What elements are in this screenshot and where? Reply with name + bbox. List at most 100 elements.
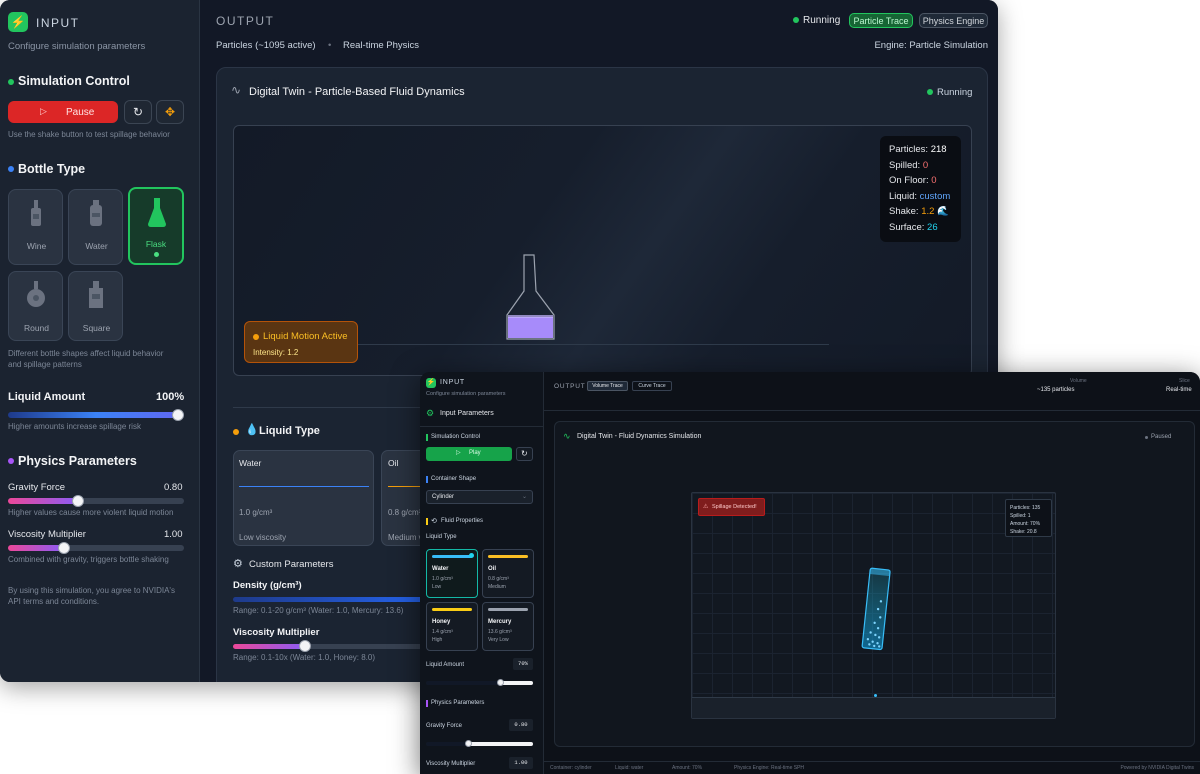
- play-label-b: Play: [469, 450, 481, 456]
- liquid-amount-b: Liquid Amount: [426, 662, 465, 668]
- density-slider[interactable]: [233, 597, 423, 602]
- density-label: Density (g/cm³): [233, 580, 302, 591]
- viscosity-slider[interactable]: [8, 545, 184, 551]
- swatch-honey-b: [432, 608, 472, 611]
- visc-label: Viscosity Multiplier: [233, 627, 320, 638]
- spillage-text-b: Spillage Detected!: [712, 504, 757, 510]
- liquid-card-oil-b[interactable]: Oil 0.8 g/cm³ Medium: [482, 549, 534, 598]
- reset-button[interactable]: ↻: [124, 100, 152, 124]
- section-dot-blue: [8, 166, 14, 172]
- liquid-card-honey-b[interactable]: Honey 1.4 g/cm³ High: [426, 602, 478, 651]
- digital-twin-panel-b: ∿ Digital Twin - Fluid Dynamics Simulati…: [554, 421, 1195, 747]
- stat-surface: Surface: 26: [889, 220, 961, 236]
- cylinder-container-b: [861, 567, 891, 651]
- gravity-label-b: Gravity Force: [426, 723, 463, 729]
- water-bottle-icon: [90, 200, 102, 226]
- bottle-label-round: Round: [23, 323, 50, 333]
- shake-button[interactable]: ✥: [156, 100, 184, 124]
- liquid-amount-slider-b[interactable]: [426, 681, 533, 685]
- footer-container-b: Container: cylinder: [550, 765, 592, 771]
- shape-select-b[interactable]: Cylinder ⌄: [426, 490, 533, 504]
- bottle-option-water[interactable]: Water: [68, 189, 123, 265]
- density-honey-b: 1.4 g/cm³: [432, 629, 453, 635]
- ground-b: [692, 697, 1055, 718]
- liquid-card-mercury-b[interactable]: Mercury 13.6 g/cm³ Very Low: [482, 602, 534, 651]
- spillage-badge-b: ⚠ Spillage Detected!: [698, 498, 765, 516]
- tab-volume-trace-b[interactable]: Volume Trace: [587, 381, 628, 391]
- panel-status: Running: [937, 87, 973, 98]
- section-bar-purple-b: [426, 700, 428, 707]
- liquid-amount-thumb[interactable]: [172, 409, 184, 421]
- visc-oil-b: Medium: [488, 584, 506, 590]
- visc-water-b: Low: [432, 584, 442, 590]
- bottle-option-square[interactable]: Square: [68, 271, 123, 341]
- pause-button[interactable]: ▷ Pause: [8, 101, 118, 123]
- bottle-option-wine[interactable]: Wine: [8, 189, 63, 265]
- section-bar-green-b: [426, 434, 428, 441]
- footer-divider-b: [544, 761, 1200, 762]
- viscosity-hint: Combined with gravity, triggers bottle s…: [8, 555, 169, 564]
- flask-icon: [148, 198, 166, 227]
- header-divider-b: [544, 410, 1200, 411]
- output-title-b: OUTPUT: [554, 383, 586, 390]
- motion-title: Liquid Motion Active: [263, 331, 348, 342]
- sidebar-divider-b: [420, 426, 544, 427]
- gravity-slider-b[interactable]: [426, 742, 533, 746]
- stat-spilled: Spilled: 0: [889, 158, 961, 174]
- swatch-water-b: [432, 555, 472, 558]
- slice-value-b: Real-time: [1166, 387, 1192, 393]
- stat-floor-label: On Floor:: [889, 175, 929, 186]
- liquid-card-water-b[interactable]: Water 1.0 g/cm³ Low: [426, 549, 478, 598]
- liquid-card-water[interactable]: Water 1.0 g/cm³ Low viscosity: [233, 450, 374, 546]
- sidebar-title-b: INPUT: [440, 379, 465, 386]
- input-sidebar-b: ⚡ INPUT Configure simulation parameters …: [420, 372, 544, 774]
- liquid-amount-slider[interactable]: [8, 412, 184, 418]
- reset-button-b[interactable]: ↻: [516, 447, 533, 461]
- motion-intensity: Intensity: 1.2: [253, 348, 299, 357]
- panel-title: Digital Twin - Particle-Based Fluid Dyna…: [249, 86, 465, 98]
- output-area-b: OUTPUT Volume Trace Curve Trace Volume ~…: [544, 372, 1200, 774]
- bottle-option-round[interactable]: Round: [8, 271, 63, 341]
- tab-physics-engine[interactable]: Physics Engine: [919, 13, 988, 28]
- footer-amount-b: Amount: 70%: [672, 765, 703, 771]
- physics-params-b: Physics Parameters: [431, 700, 485, 706]
- simulation-grid-b[interactable]: ⚠ Spillage Detected! Particles: 135 Spil…: [691, 492, 1056, 719]
- sidebar-subtitle-b: Configure simulation parameters: [426, 391, 506, 397]
- liquid-swatch-water: [239, 486, 369, 487]
- realtime-info: Real-time Physics: [343, 40, 420, 51]
- gravity-thumb[interactable]: [72, 495, 85, 507]
- gravity-value: 0.80: [164, 482, 183, 493]
- section-dot-green: [8, 79, 14, 85]
- paused-dot-b: [1145, 436, 1148, 439]
- stat-spilled-value: 0: [922, 159, 929, 171]
- tab-particle-trace[interactable]: Particle Trace: [849, 13, 913, 28]
- terms-line-1: By using this simulation, you agree to N…: [8, 586, 175, 595]
- stat-shake-label: Shake:: [889, 206, 919, 217]
- tab-curve-trace-b[interactable]: Curve Trace: [632, 381, 672, 391]
- viscosity-thumb[interactable]: [58, 542, 71, 554]
- viscosity-value: 1.00: [164, 529, 183, 540]
- selected-dot-b: [469, 553, 474, 558]
- play-button-b[interactable]: ▷ Play: [426, 447, 512, 461]
- gravity-slider[interactable]: [8, 498, 184, 504]
- visc-honey-b: High: [432, 637, 443, 643]
- app-logo-icon-b: ⚡: [426, 378, 436, 388]
- visc-thumb[interactable]: [299, 640, 311, 652]
- app-logo-icon: ⚡: [8, 12, 28, 32]
- fluid-icon-b: ⟲: [431, 518, 437, 525]
- bottle-option-flask[interactable]: Flask: [128, 187, 184, 265]
- section-dot-purple: [8, 458, 14, 464]
- simulation-canvas[interactable]: Particles: 218 Spilled: 0 On Floor: 0 Li…: [233, 125, 972, 376]
- section-bar-yellow-b: [426, 518, 428, 525]
- stat-liquid: Liquid: custom: [889, 189, 961, 205]
- visc-slider[interactable]: [233, 644, 423, 649]
- swatch-oil-b: [488, 555, 528, 558]
- liquid-amount-hint: Higher amounts increase spillage risk: [8, 422, 141, 431]
- engine-info: Engine: Particle Simulation: [874, 40, 988, 51]
- bottle-label-square: Square: [82, 323, 111, 333]
- square-bottle-icon: [89, 281, 103, 308]
- sim-control-heading: Simulation Control: [18, 74, 130, 88]
- running-status: Running: [803, 15, 841, 26]
- activity-icon: ∿: [231, 83, 242, 97]
- stats-box-b: Particles: 135 Spilled: 1 Amount: 70% Sh…: [1005, 499, 1052, 537]
